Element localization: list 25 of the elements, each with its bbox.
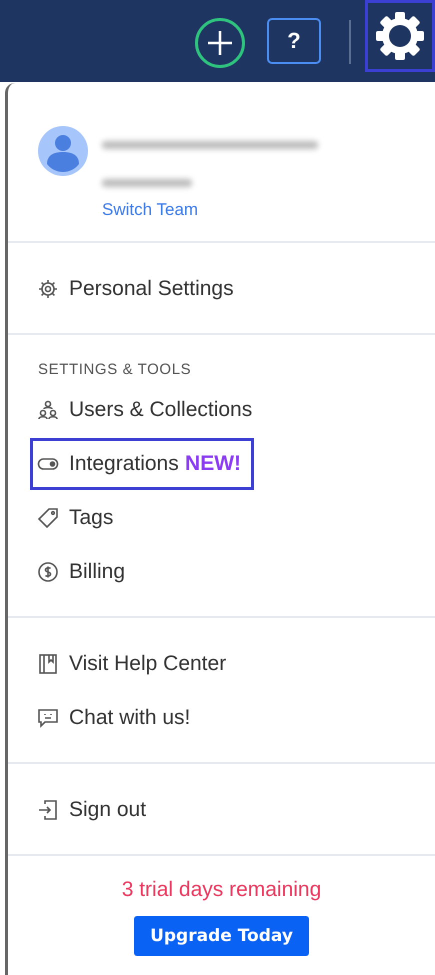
menu-item[interactable]: Tags	[30, 492, 126, 544]
menu-item[interactable]: Billing	[30, 546, 138, 598]
signout-icon	[37, 799, 59, 821]
help-button[interactable]: ?	[267, 18, 321, 64]
trial-notice: 3 trial days remaining	[122, 878, 322, 902]
menu-item[interactable]: Integrations NEW!	[30, 438, 254, 490]
book-icon	[37, 653, 59, 675]
menu-item[interactable]: Chat with us!	[30, 692, 204, 744]
menu-item[interactable]: Sign out	[30, 784, 160, 836]
tag-icon	[37, 507, 59, 529]
upgrade-button[interactable]: Upgrade Today	[134, 916, 309, 956]
avatar-icon	[38, 126, 88, 176]
switch-team-link[interactable]: Switch Team	[102, 200, 318, 220]
menu-item[interactable]: Users & Collections	[30, 384, 266, 436]
menu-item[interactable]: Personal Settings	[30, 263, 247, 315]
chat-icon	[37, 707, 59, 729]
dollar-icon	[37, 561, 59, 583]
settings-icon	[375, 11, 425, 61]
plus-icon	[205, 28, 235, 58]
section-heading: SETTINGS & TOOLS	[37, 361, 192, 378]
settings-icon	[37, 278, 59, 300]
settings-button[interactable]	[365, 0, 435, 72]
menu-item[interactable]: Visit Help Center	[30, 638, 240, 690]
add-button[interactable]	[195, 18, 245, 68]
users-icon	[37, 399, 59, 421]
